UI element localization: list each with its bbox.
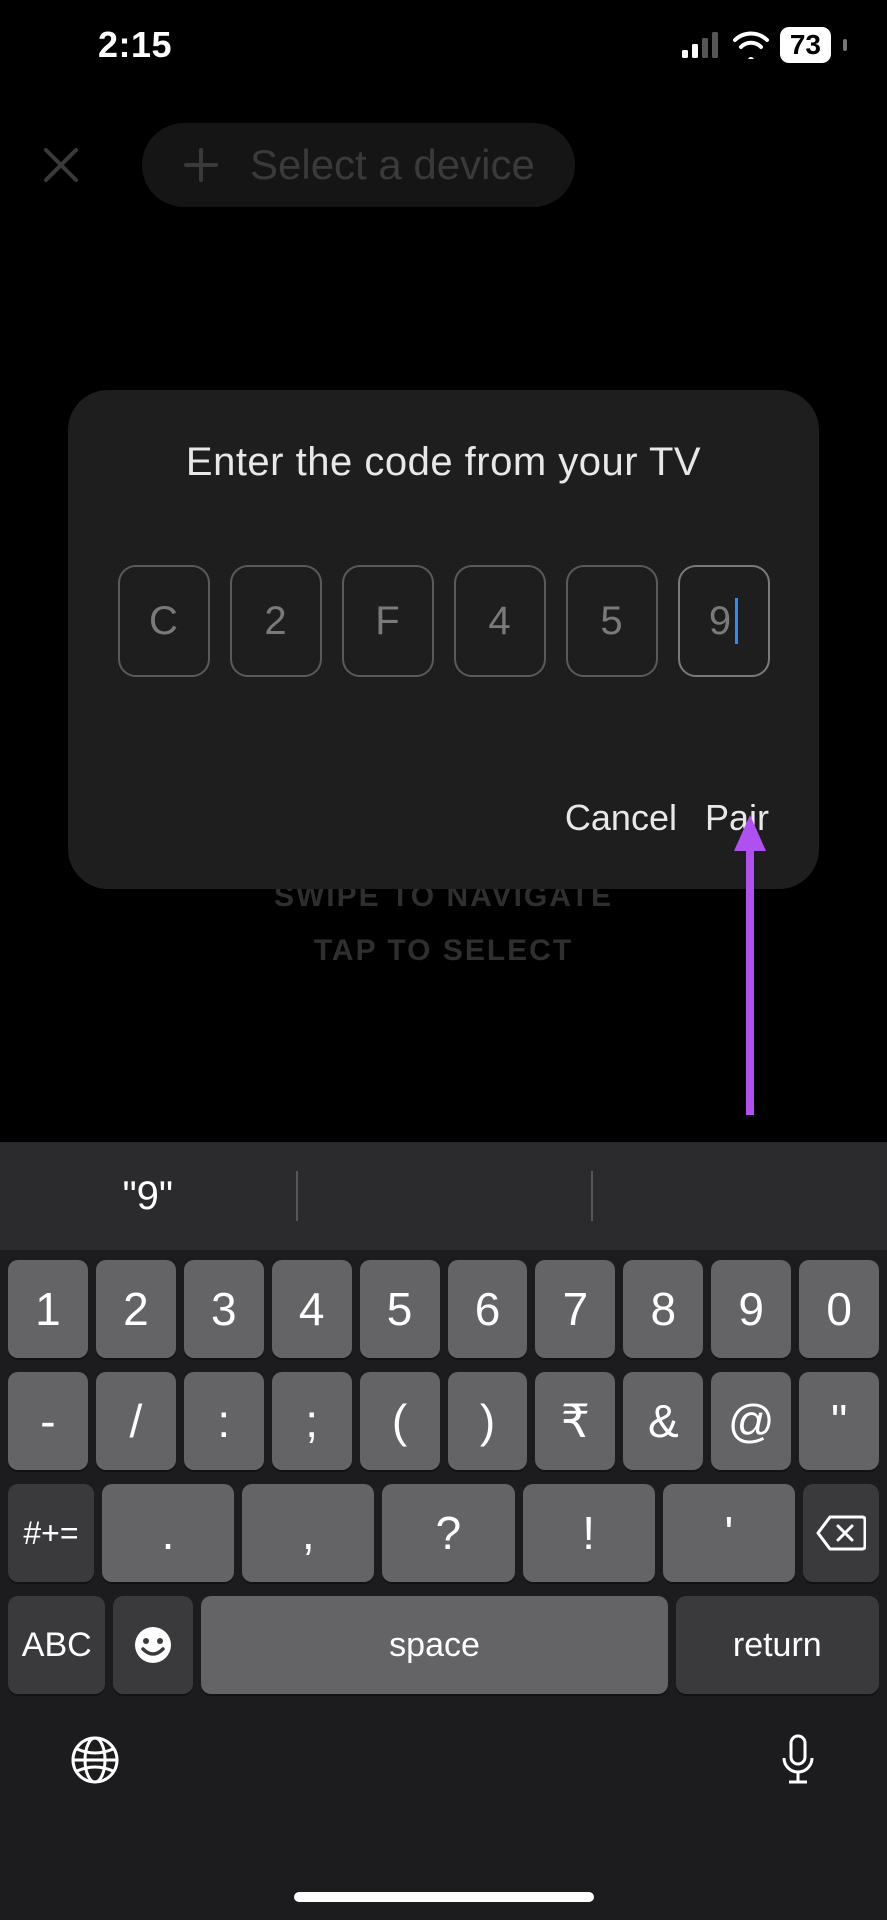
- code-cell-0[interactable]: C: [118, 565, 210, 677]
- home-indicator[interactable]: [294, 1892, 594, 1902]
- select-device-label: Select a device: [250, 141, 535, 189]
- code-cell-3[interactable]: 4: [454, 565, 546, 677]
- keyboard-suggestion-bar: "9": [0, 1142, 887, 1250]
- key-3[interactable]: 3: [184, 1260, 264, 1358]
- status-time: 2:15: [98, 24, 172, 66]
- key-backspace[interactable]: [803, 1484, 879, 1582]
- keyboard-row-3: #+= . , ? ! ': [8, 1484, 879, 1582]
- keyboard: 1 2 3 4 5 6 7 8 9 0 - / : ; ( ) ₹ & @ " …: [0, 1250, 887, 1920]
- code-char: C: [149, 599, 178, 644]
- code-char: 5: [600, 599, 622, 644]
- cellular-icon: [682, 32, 722, 58]
- key-emoji[interactable]: [113, 1596, 193, 1694]
- key-rupee[interactable]: ₹: [535, 1372, 615, 1470]
- key-dash[interactable]: -: [8, 1372, 88, 1470]
- key-4[interactable]: 4: [272, 1260, 352, 1358]
- mic-icon[interactable]: [777, 1732, 819, 1788]
- pair-button[interactable]: Pair: [705, 797, 769, 839]
- key-apostrophe[interactable]: ': [663, 1484, 795, 1582]
- code-char: 9: [709, 599, 731, 644]
- code-cell-1[interactable]: 2: [230, 565, 322, 677]
- key-return[interactable]: return: [676, 1596, 879, 1694]
- code-char: 2: [264, 599, 286, 644]
- suggestion-divider: [591, 1171, 593, 1221]
- modal-actions: Cancel Pair: [108, 797, 779, 849]
- key-ampersand[interactable]: &: [623, 1372, 703, 1470]
- key-at[interactable]: @: [711, 1372, 791, 1470]
- key-exclaim[interactable]: !: [523, 1484, 655, 1582]
- battery-indicator: 73: [780, 27, 831, 63]
- key-1[interactable]: 1: [8, 1260, 88, 1358]
- globe-icon[interactable]: [68, 1733, 122, 1787]
- code-cell-5[interactable]: 9: [678, 565, 770, 677]
- code-input-row: C 2 F 4 5 9: [108, 565, 779, 677]
- key-colon[interactable]: :: [184, 1372, 264, 1470]
- modal-title: Enter the code from your TV: [108, 440, 779, 485]
- key-quote[interactable]: ": [799, 1372, 879, 1470]
- cancel-button[interactable]: Cancel: [565, 797, 677, 839]
- key-paren-close[interactable]: ): [448, 1372, 528, 1470]
- key-semicolon[interactable]: ;: [272, 1372, 352, 1470]
- wifi-icon: [732, 31, 770, 59]
- code-char: F: [375, 599, 399, 644]
- key-5[interactable]: 5: [360, 1260, 440, 1358]
- key-more-symbols[interactable]: #+=: [8, 1484, 94, 1582]
- battery-cap: [843, 39, 847, 51]
- plus-icon: [182, 146, 220, 184]
- code-cell-4[interactable]: 5: [566, 565, 658, 677]
- key-7[interactable]: 7: [535, 1260, 615, 1358]
- backspace-icon: [816, 1515, 866, 1551]
- keyboard-row-1: 1 2 3 4 5 6 7 8 9 0: [8, 1260, 879, 1358]
- key-8[interactable]: 8: [623, 1260, 703, 1358]
- key-6[interactable]: 6: [448, 1260, 528, 1358]
- app-header: Select a device: [0, 100, 887, 230]
- battery-level: 73: [790, 29, 821, 61]
- status-bar: 2:15 73: [0, 0, 887, 90]
- suggestion-divider: [296, 1171, 298, 1221]
- key-9[interactable]: 9: [711, 1260, 791, 1358]
- key-abc[interactable]: ABC: [8, 1596, 105, 1694]
- key-0[interactable]: 0: [799, 1260, 879, 1358]
- keyboard-row-4: ABC space return: [8, 1596, 879, 1694]
- code-cell-2[interactable]: F: [342, 565, 434, 677]
- suggestion-0[interactable]: "9": [0, 1174, 296, 1219]
- code-char: 4: [488, 599, 510, 644]
- key-comma[interactable]: ,: [242, 1484, 374, 1582]
- hint-tap: TAP TO SELECT: [0, 924, 887, 978]
- select-device-pill[interactable]: Select a device: [142, 123, 575, 207]
- emoji-icon: [132, 1624, 174, 1666]
- pairing-code-modal: Enter the code from your TV C 2 F 4 5 9 …: [68, 390, 819, 889]
- key-2[interactable]: 2: [96, 1260, 176, 1358]
- key-paren-open[interactable]: (: [360, 1372, 440, 1470]
- key-slash[interactable]: /: [96, 1372, 176, 1470]
- key-space[interactable]: space: [201, 1596, 667, 1694]
- key-period[interactable]: .: [102, 1484, 234, 1582]
- status-indicators: 73: [682, 27, 847, 63]
- text-caret: [735, 598, 738, 644]
- keyboard-row-2: - / : ; ( ) ₹ & @ ": [8, 1372, 879, 1470]
- key-question[interactable]: ?: [382, 1484, 514, 1582]
- close-icon[interactable]: [40, 144, 82, 186]
- keyboard-bottom-row: [8, 1708, 879, 1788]
